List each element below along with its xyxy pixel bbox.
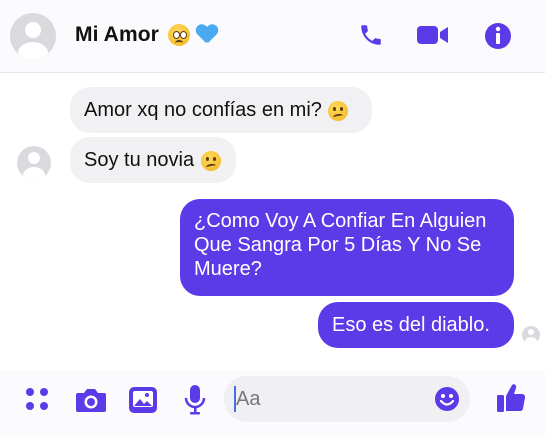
contact-name-row[interactable]: Mi Amor [75, 23, 218, 47]
menu-dots-icon[interactable] [24, 386, 50, 412]
outgoing-message[interactable]: ¿Como Voy A Confiar En Alguien Que Sangr… [180, 199, 514, 296]
contact-avatar-small[interactable] [17, 146, 51, 180]
message-text: Amor xq no confías en mi? [84, 99, 322, 121]
incoming-message[interactable]: Amor xq no confías en mi? [70, 87, 372, 133]
outgoing-message[interactable]: Eso es del diablo. [318, 302, 514, 348]
phone-icon[interactable] [358, 22, 384, 48]
message-text: Eso es del diablo. [332, 314, 490, 336]
blue-heart-emoji [196, 25, 218, 45]
seen-indicator-avatar [522, 326, 540, 344]
emoji-icon[interactable] [434, 386, 460, 412]
contact-avatar[interactable] [10, 13, 56, 59]
message-input[interactable]: Aa [224, 376, 470, 422]
contact-name: Mi Amor [75, 23, 159, 46]
confused-face-emoji [328, 100, 349, 121]
message-text: ¿Como Voy A Confiar En Alguien Que Sangr… [194, 210, 487, 280]
microphone-icon[interactable] [184, 384, 206, 416]
pleading-face-emoji [167, 24, 190, 47]
chat-header: Mi Amor [0, 0, 545, 73]
info-icon[interactable] [484, 22, 512, 50]
camera-icon[interactable] [75, 386, 107, 414]
message-text: Soy tu novia [84, 149, 195, 171]
confused-face-emoji [200, 150, 221, 171]
message-input-placeholder: Aa [236, 388, 261, 410]
thumbs-up-icon[interactable] [496, 382, 526, 414]
video-icon[interactable] [416, 24, 450, 46]
incoming-message[interactable]: Soy tu novia [70, 137, 236, 183]
image-icon[interactable] [128, 386, 158, 414]
